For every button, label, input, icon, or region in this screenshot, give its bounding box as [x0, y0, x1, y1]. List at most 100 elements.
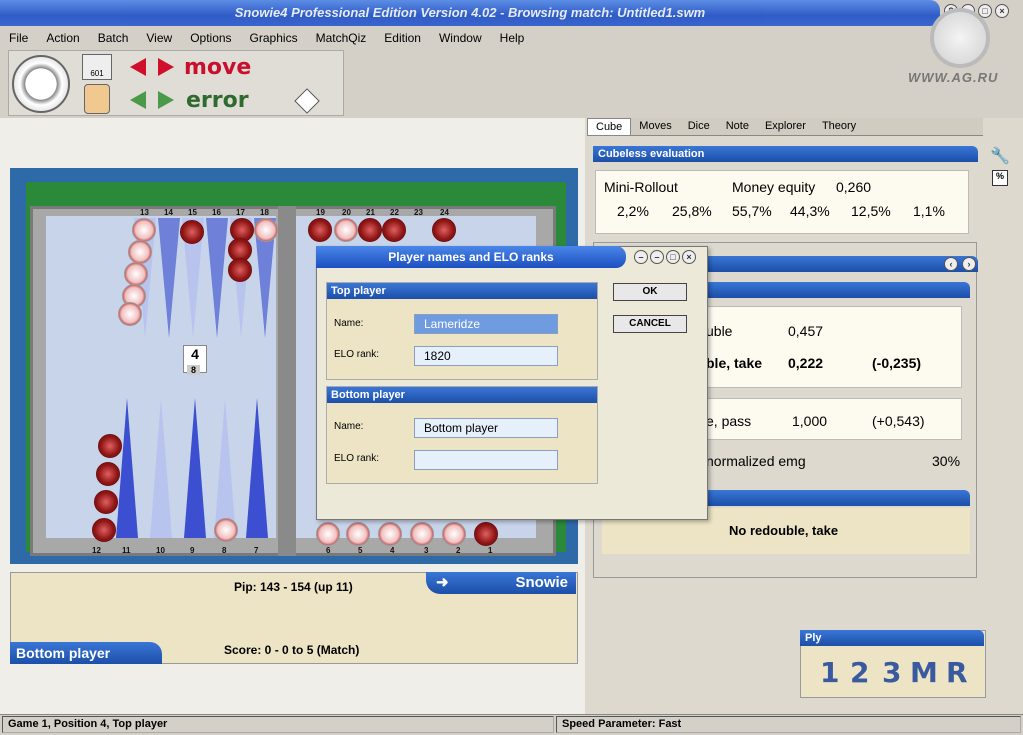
- menu-edition[interactable]: Edition: [375, 28, 430, 48]
- point[interactable]: [246, 398, 268, 538]
- double-pass-value: 1,000: [792, 413, 828, 429]
- point[interactable]: [214, 398, 236, 538]
- checker-red[interactable]: [382, 218, 406, 242]
- dialog-minimize-icon[interactable]: –: [634, 250, 648, 264]
- cancel-button[interactable]: CANCEL: [613, 315, 687, 333]
- menu-help[interactable]: Help: [491, 28, 534, 48]
- menu-window[interactable]: Window: [430, 28, 491, 48]
- point[interactable]: [184, 398, 206, 538]
- checker-white[interactable]: [378, 522, 402, 546]
- checker-red[interactable]: [228, 258, 252, 282]
- checker-red[interactable]: [474, 522, 498, 546]
- snowie-logo-icon[interactable]: [12, 55, 70, 113]
- point-number: 19: [316, 208, 325, 217]
- checker-white[interactable]: [214, 518, 238, 542]
- next-icon[interactable]: ›: [962, 257, 976, 271]
- checker-white[interactable]: [254, 218, 278, 242]
- snowie-label: Snowie: [515, 574, 568, 591]
- double-label: uble: [706, 323, 733, 339]
- menu-action[interactable]: Action: [37, 28, 88, 48]
- menu-batch[interactable]: Batch: [89, 28, 138, 48]
- point[interactable]: [150, 398, 172, 538]
- checker-red[interactable]: [98, 434, 122, 458]
- checker-white[interactable]: [128, 240, 152, 264]
- previous-error-icon[interactable]: [130, 91, 146, 109]
- point[interactable]: [116, 398, 138, 538]
- checker-white[interactable]: [346, 522, 370, 546]
- previous-icon[interactable]: ‹: [944, 257, 958, 271]
- bottom-name-input[interactable]: Bottom player: [414, 418, 558, 438]
- point-number: 1: [488, 546, 493, 555]
- top-name-input[interactable]: Lameridze: [414, 314, 558, 334]
- point-number: 16: [212, 208, 221, 217]
- wrench-icon[interactable]: 🔧: [990, 146, 1010, 166]
- dialog-close-icon[interactable]: ×: [682, 250, 696, 264]
- ply-m-button[interactable]: M: [910, 656, 938, 689]
- tab-cube[interactable]: Cube: [587, 118, 632, 135]
- mini-rollout-label: Mini-Rollout: [604, 179, 678, 195]
- close-window-button[interactable]: ×: [995, 4, 1009, 18]
- ply-header: Ply: [800, 630, 984, 646]
- menu-view[interactable]: View: [137, 28, 181, 48]
- checker-red[interactable]: [308, 218, 332, 242]
- checker-red[interactable]: [92, 518, 116, 542]
- ply-3-button[interactable]: 3: [882, 656, 901, 689]
- bottom-player-tab[interactable]: Bottom player: [10, 642, 162, 664]
- robot-icon[interactable]: 601: [82, 54, 112, 80]
- tab-theory[interactable]: Theory: [814, 118, 864, 135]
- checker-red[interactable]: [94, 490, 118, 514]
- ply-2-button[interactable]: 2: [850, 656, 869, 689]
- point[interactable]: [158, 218, 180, 338]
- menu-file[interactable]: File: [0, 28, 37, 48]
- ply-1-button[interactable]: 1: [820, 656, 839, 689]
- bottom-elo-input[interactable]: [414, 450, 558, 470]
- checker-white[interactable]: [132, 218, 156, 242]
- point-number: 18: [260, 208, 269, 217]
- next-move-icon[interactable]: [158, 58, 174, 76]
- point[interactable]: [206, 218, 228, 338]
- menu-bar: File Action Batch View Options Graphics …: [0, 28, 900, 48]
- bottom-elo-label: ELO rank:: [334, 453, 380, 464]
- tab-explorer[interactable]: Explorer: [757, 118, 814, 135]
- previous-move-icon[interactable]: [130, 58, 146, 76]
- ok-button[interactable]: OK: [613, 283, 687, 301]
- ply-r-button[interactable]: R: [946, 656, 968, 689]
- next-error-icon[interactable]: [158, 91, 174, 109]
- snowie-player-tab[interactable]: ➜ Snowie: [426, 572, 576, 594]
- board-bar[interactable]: [278, 206, 296, 556]
- dialog-maximize-icon[interactable]: □: [666, 250, 680, 264]
- checker-white[interactable]: [410, 522, 434, 546]
- checker-white[interactable]: [316, 522, 340, 546]
- point-number: 23: [414, 208, 423, 217]
- checker-red[interactable]: [180, 220, 204, 244]
- checker-red[interactable]: [432, 218, 456, 242]
- percent-value: 44,3%: [790, 203, 830, 219]
- checker-white[interactable]: [334, 218, 358, 242]
- checker-white[interactable]: [442, 522, 466, 546]
- point-number: 21: [366, 208, 375, 217]
- point-number: 5: [358, 546, 363, 555]
- percent-icon[interactable]: %: [992, 170, 1008, 186]
- menu-graphics[interactable]: Graphics: [241, 28, 307, 48]
- move-nav-label: move: [184, 55, 252, 80]
- checker-red[interactable]: [358, 218, 382, 242]
- money-equity-label: Money equity: [732, 179, 816, 195]
- checker-white[interactable]: [124, 262, 148, 286]
- menu-matchqiz[interactable]: MatchQiz: [307, 28, 376, 48]
- checker-white[interactable]: [118, 302, 142, 326]
- tab-moves[interactable]: Moves: [631, 118, 679, 135]
- status-speed: Speed Parameter: Fast: [556, 716, 1021, 733]
- emg-value: 30%: [932, 453, 961, 469]
- player-avatar-icon[interactable]: [84, 84, 110, 114]
- double-take-value: 0,222: [788, 355, 824, 371]
- status-position: Game 1, Position 4, Top player: [2, 716, 554, 733]
- tab-note[interactable]: Note: [718, 118, 757, 135]
- tab-dice[interactable]: Dice: [680, 118, 718, 135]
- menu-options[interactable]: Options: [181, 28, 240, 48]
- top-elo-input[interactable]: 1820: [414, 346, 558, 366]
- checker-red[interactable]: [96, 462, 120, 486]
- dialog-restore-icon[interactable]: –: [650, 250, 664, 264]
- bottom-player-header: Bottom player: [327, 387, 597, 403]
- point-number: 24: [440, 208, 449, 217]
- decision-text: No redouble, take: [729, 523, 839, 538]
